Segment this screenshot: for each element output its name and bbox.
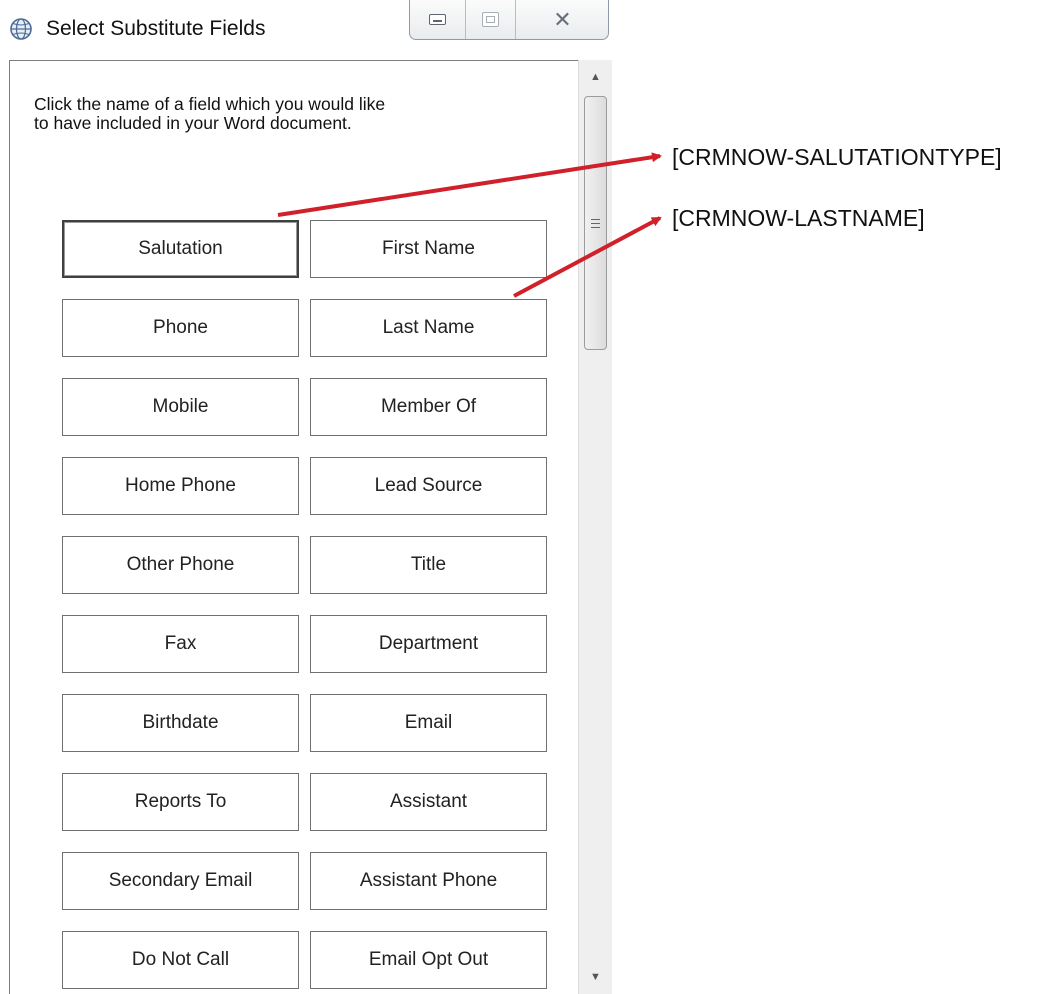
annotation-salutation-label: [CRMNOW-SALUTATIONTYPE] [672,144,1002,170]
field-button-email-opt-out[interactable]: Email Opt Out [310,931,547,989]
scrollbar-thumb[interactable] [584,96,607,350]
field-button-assistant-phone[interactable]: Assistant Phone [310,852,547,910]
field-button-title[interactable]: Title [310,536,547,594]
dialog-body: Click the name of a field which you woul… [9,60,612,994]
chevron-down-icon: ▼ [590,971,601,983]
field-button-assistant[interactable]: Assistant [310,773,547,831]
field-button-home-phone[interactable]: Home Phone [62,457,299,515]
chevron-up-icon: ▲ [590,71,601,83]
maximize-button[interactable] [466,0,516,39]
grip-icon [591,218,600,228]
field-button-mobile[interactable]: Mobile [62,378,299,436]
field-button-email[interactable]: Email [310,694,547,752]
vertical-scrollbar[interactable]: ▲ ▼ [578,60,612,994]
field-button-birthdate[interactable]: Birthdate [62,694,299,752]
minimize-button[interactable] [410,0,466,39]
field-button-do-not-call[interactable]: Do Not Call [62,931,299,989]
globe-icon [9,17,33,41]
window-title: Select Substitute Fields [46,17,266,40]
field-button-lead-source[interactable]: Lead Source [310,457,547,515]
field-button-member-of[interactable]: Member Of [310,378,547,436]
close-button[interactable]: ✕ [516,0,609,39]
scroll-up-button[interactable]: ▲ [579,60,612,94]
field-button-department[interactable]: Department [310,615,547,673]
field-button-salutation[interactable]: Salutation [62,220,299,278]
window-controls: ✕ [409,0,609,40]
field-button-last-name[interactable]: Last Name [310,299,547,357]
field-button-reports-to[interactable]: Reports To [62,773,299,831]
field-button-first-name[interactable]: First Name [310,220,547,278]
minimize-icon [429,14,446,25]
field-button-fax[interactable]: Fax [62,615,299,673]
instructions-text: Click the name of a field which you woul… [34,94,386,133]
title-bar: Select Substitute Fields ✕ [0,0,612,60]
maximize-icon [482,12,499,27]
field-button-secondary-email[interactable]: Secondary Email [62,852,299,910]
close-icon: ✕ [553,6,572,32]
annotation-lastname-label: [CRMNOW-LASTNAME] [672,205,925,231]
field-button-phone[interactable]: Phone [62,299,299,357]
scroll-down-button[interactable]: ▼ [579,960,612,994]
field-button-other-phone[interactable]: Other Phone [62,536,299,594]
